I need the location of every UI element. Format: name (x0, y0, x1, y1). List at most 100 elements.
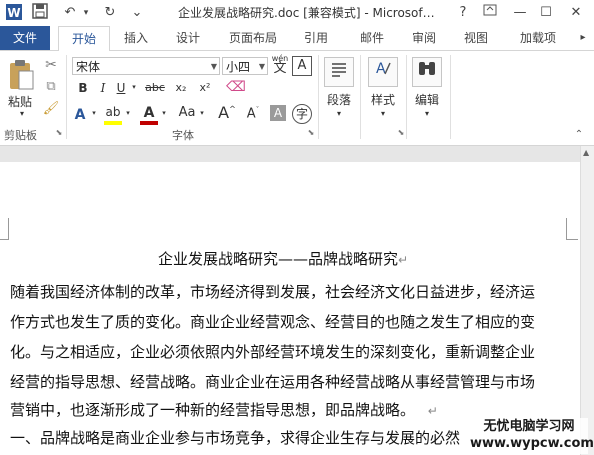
more-tabs-icon[interactable]: ▸ (574, 26, 592, 50)
tab-layout[interactable]: 页面布局 (220, 26, 286, 50)
font-color-dropdown-icon[interactable]: ▾ (160, 109, 168, 117)
svg-text:A: A (376, 61, 386, 77)
clear-formatting-icon[interactable]: ⌫ (226, 79, 246, 95)
title-bar: W ↶ ▾ ↻ ⌄ 企业发展战略研究.doc [兼容模式] - Microsof… (0, 0, 594, 26)
font-color-icon[interactable]: A (140, 105, 158, 121)
document-top-margin (0, 146, 594, 162)
title-text: 企业发展战略研究——品牌战略研究 (158, 250, 399, 268)
character-shading-icon[interactable]: A (270, 105, 286, 121)
collapse-ribbon-icon[interactable]: ⌃ (572, 129, 586, 140)
document-title-line: 企业发展战略研究——品牌战略研究↵ (158, 249, 458, 270)
ribbon: 粘贴 ▾ ✂ ⧉ 🖌 剪贴板 ⬊ 宋体 ▼ 小四 ▼ wén 文 A B I U… (0, 51, 594, 146)
underline-button[interactable]: U (114, 81, 128, 95)
tab-file[interactable]: 文件 (0, 26, 50, 50)
paste-dropdown-icon[interactable]: ▾ (12, 109, 32, 118)
word-app-icon[interactable]: W (4, 3, 24, 23)
tab-design[interactable]: 设计 (168, 26, 208, 50)
format-painter-icon[interactable]: 🖌 (42, 101, 60, 116)
close-icon[interactable]: ✕ (564, 3, 588, 23)
watermark-line1: 无忧电脑学习网 (483, 419, 575, 434)
enclose-characters-icon[interactable]: 字 (292, 104, 312, 124)
highlight-icon[interactable]: ab (104, 105, 122, 119)
shrink-font-icon[interactable]: Aˇ (244, 106, 262, 121)
tab-mailings[interactable]: 邮件 (352, 26, 392, 50)
styles-launcher-icon[interactable]: ⬊ (396, 128, 406, 137)
font-name-combo[interactable]: 宋体 ▼ (72, 57, 220, 75)
change-case-button[interactable]: Aa (176, 105, 198, 120)
underline-dropdown-icon[interactable]: ▾ (130, 83, 138, 91)
strikethrough-button[interactable]: abc (142, 81, 168, 94)
phonetic-guide-button[interactable]: wén 文 (270, 54, 290, 76)
scroll-up-icon[interactable]: ▲ (583, 148, 589, 157)
paragraph-mark: ↵ (398, 253, 409, 267)
redo-icon[interactable]: ↻ (98, 3, 122, 23)
text-effects-icon[interactable]: A (72, 107, 88, 123)
ribbon-tab-bar: 文件 开始 插入 设计 页面布局 引用 邮件 审阅 视图 加载项 ▸ (0, 26, 594, 52)
paste-label[interactable]: 粘贴 (4, 93, 36, 110)
separator (450, 55, 451, 139)
styles-label[interactable]: 样式 (371, 91, 395, 108)
chevron-down-icon: ▼ (258, 62, 265, 71)
highlight-dropdown-icon[interactable]: ▾ (124, 109, 132, 117)
qat-customize-icon[interactable]: ⌄ (128, 3, 146, 23)
clipboard-group-label: 剪贴板 (4, 129, 37, 142)
save-icon[interactable] (30, 3, 50, 23)
site-watermark: 无忧电脑学习网 www.wypcw.com (470, 418, 594, 454)
window-title: 企业发展战略研究.doc [兼容模式] - Microsof… (178, 6, 435, 20)
crop-mark (566, 239, 578, 240)
separator (360, 55, 361, 139)
document-line: 经营的指导思想、经营战略。商业企业在运用各种经营战略从事经营管理与市场 (10, 373, 536, 391)
paragraph-dropdown-icon[interactable]: ▾ (334, 109, 344, 118)
separator (318, 55, 319, 139)
tab-review[interactable]: 审阅 (404, 26, 444, 50)
cut-icon[interactable]: ✂ (42, 57, 60, 73)
tab-insert[interactable]: 插入 (116, 26, 156, 50)
font-size-combo[interactable]: 小四 ▼ (222, 57, 268, 75)
tab-references[interactable]: 引用 (296, 26, 336, 50)
styles-dropdown-icon[interactable]: ▾ (378, 109, 388, 118)
tab-addins[interactable]: 加载项 (508, 26, 568, 50)
editing-dropdown-icon[interactable]: ▾ (422, 109, 432, 118)
editing-label[interactable]: 编辑 (415, 91, 439, 108)
tab-home[interactable]: 开始 (58, 26, 110, 52)
paragraph-label[interactable]: 段落 (327, 91, 351, 108)
subscript-button[interactable]: x₂ (172, 81, 190, 94)
copy-icon[interactable]: ⧉ (42, 79, 60, 94)
binoculars-icon[interactable] (412, 57, 442, 87)
superscript-button[interactable]: x² (196, 81, 214, 94)
help-button[interactable]: ? (454, 3, 472, 23)
undo-icon[interactable]: ↶ (58, 3, 82, 23)
minimize-icon[interactable]: — (510, 3, 530, 23)
crop-mark (0, 239, 9, 240)
paragraph-icon[interactable] (324, 57, 354, 87)
maximize-icon[interactable]: ☐ (536, 3, 556, 23)
styles-icon[interactable]: A (368, 57, 398, 87)
text-effects-dropdown-icon[interactable]: ▾ (90, 109, 98, 117)
undo-dropdown-icon[interactable]: ▾ (80, 3, 92, 23)
watermark-line2: www.wypcw.com (470, 436, 594, 451)
font-color-swatch (140, 121, 158, 125)
phonetic-char: 文 (273, 61, 287, 76)
paste-icon[interactable] (6, 59, 36, 93)
svg-text:W: W (7, 6, 20, 20)
clipboard-launcher-icon[interactable]: ⬊ (54, 128, 64, 137)
grow-font-icon[interactable]: A^ (218, 103, 236, 122)
document-line: 作方式也发生了质的变化。商业企业经营观念、经营目的也随之发生了相应的变 (10, 313, 536, 331)
font-name-value: 宋体 (76, 60, 101, 74)
character-border-button[interactable]: A (292, 56, 312, 76)
document-line: 化。与之相适应，企业必须依照内外部经营环境发生的深刻变化，重新调整企业 (10, 343, 536, 361)
document-line: 随着我国经济体制的改革，市场经济得到发展，社会经济文化日益进步，经济运 (10, 283, 536, 301)
italic-button[interactable]: I (96, 81, 110, 95)
change-case-dropdown-icon[interactable]: ▾ (198, 109, 206, 117)
bold-button[interactable]: B (76, 81, 90, 95)
font-group-label: 字体 (172, 129, 194, 142)
crop-mark (566, 218, 567, 240)
paragraph-mark: ↵ (427, 404, 438, 418)
separator (406, 55, 407, 139)
tab-view[interactable]: 视图 (456, 26, 496, 50)
vertical-scrollbar[interactable]: ▲ (580, 146, 594, 455)
ribbon-display-icon[interactable] (480, 3, 500, 23)
font-launcher-icon[interactable]: ⬊ (306, 128, 316, 137)
chevron-down-icon: ▼ (210, 62, 217, 71)
highlight-color-swatch (104, 121, 122, 125)
